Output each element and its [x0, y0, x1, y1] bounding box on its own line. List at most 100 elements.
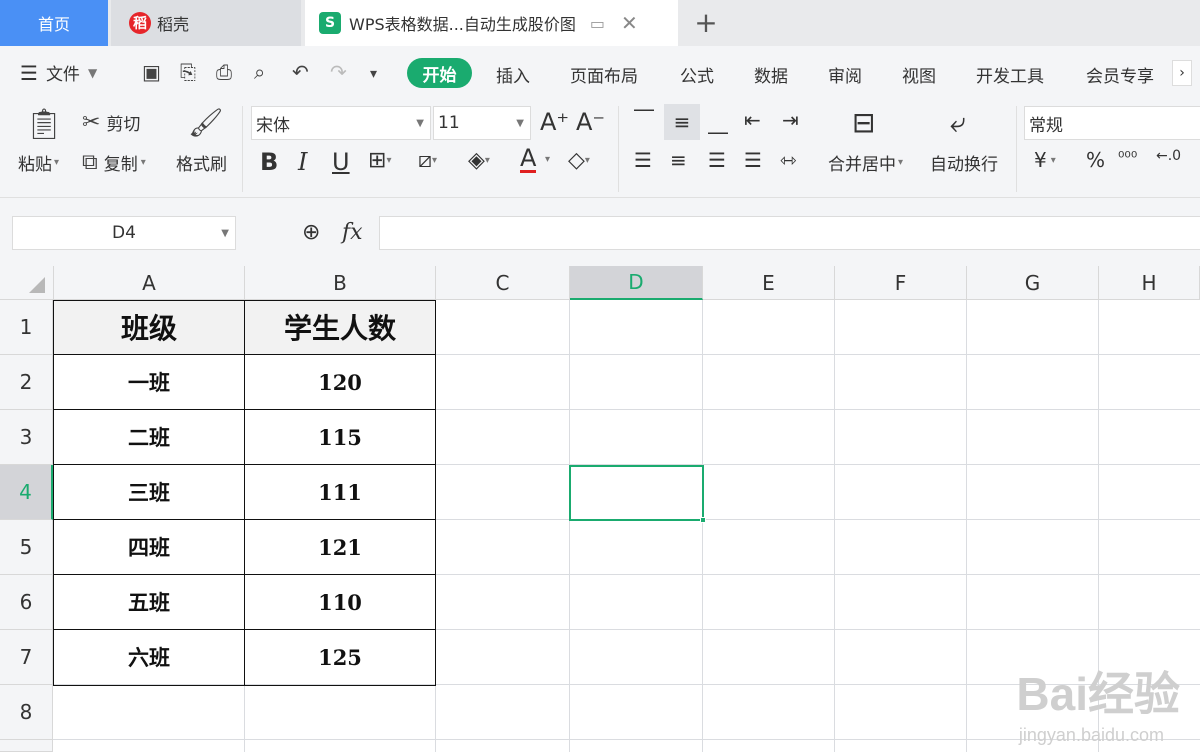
screen-icon[interactable]: ▭ — [590, 14, 605, 33]
cell-a7[interactable]: 六班 — [54, 630, 244, 684]
align-top-icon[interactable]: ⎺ — [634, 106, 654, 130]
save-icon[interactable]: ▣ — [142, 60, 161, 84]
font-color-dropdown-icon[interactable]: ▾ — [545, 154, 550, 165]
menu-tab-developer[interactable]: 开发工具 — [976, 62, 1044, 87]
cell-b1[interactable]: 学生人数 — [245, 300, 435, 354]
cell-a3[interactable]: 二班 — [54, 410, 244, 464]
percent-icon[interactable]: % — [1086, 148, 1105, 172]
column-header-a[interactable]: A — [54, 266, 245, 300]
italic-icon[interactable]: I — [298, 148, 307, 176]
row-header-2[interactable]: 2 — [0, 355, 53, 410]
clear-format-icon[interactable]: ◇ ▾ — [568, 148, 590, 173]
chevron-down-icon[interactable]: ▼ — [221, 228, 229, 239]
selected-cell-d4[interactable] — [569, 465, 704, 521]
print-preview-icon[interactable]: ⌕ — [254, 60, 265, 84]
row-header-3[interactable]: 3 — [0, 410, 53, 465]
borders-icon[interactable]: ⊞ ▾ — [368, 148, 391, 173]
row-header-4[interactable]: 4 — [0, 465, 53, 520]
customize-toolbar-icon[interactable]: ▾ — [370, 66, 377, 82]
font-size-select[interactable]: 11 ▼ — [433, 106, 531, 140]
close-tab-icon[interactable]: ✕ — [621, 11, 638, 35]
cell-b2[interactable]: 120 — [245, 355, 435, 409]
align-right-icon[interactable]: ☰ — [708, 148, 726, 172]
menu-tab-member[interactable]: 会员专享 — [1086, 62, 1154, 87]
cell-a5[interactable]: 四班 — [54, 520, 244, 574]
brush-icon[interactable]: 🖌︎ — [188, 106, 224, 139]
column-header-h[interactable]: H — [1099, 266, 1200, 300]
currency-icon[interactable]: ¥ ▾ — [1034, 148, 1056, 172]
fx-icon[interactable]: fx — [342, 220, 363, 245]
export-icon[interactable]: ⎘ — [180, 60, 196, 84]
tab-current-document[interactable]: S WPS表格数据...自动生成股价图 ▭ ✕ — [305, 0, 678, 46]
menu-tab-page-layout[interactable]: 页面布局 — [570, 62, 638, 87]
cell-a4[interactable]: 三班 — [54, 465, 244, 519]
cell-a6[interactable]: 五班 — [54, 575, 244, 629]
paste-icon[interactable]: 📋︎ — [24, 106, 64, 142]
column-header-g[interactable]: G — [967, 266, 1099, 300]
row-header-9[interactable] — [0, 740, 53, 752]
new-tab-button[interactable]: + — [690, 6, 722, 39]
underline-icon[interactable]: U — [332, 148, 350, 176]
column-header-d[interactable]: D — [570, 266, 703, 300]
cell-b3[interactable]: 115 — [245, 410, 435, 464]
distribute-icon[interactable]: ⇿ — [780, 148, 797, 172]
align-middle-icon[interactable]: ≡ — [664, 104, 700, 140]
tab-home[interactable]: 首页 — [0, 0, 108, 46]
paste-button[interactable]: 粘贴 ▾ — [18, 150, 59, 175]
decrease-font-icon[interactable]: A⁻ — [576, 108, 605, 136]
align-left-icon[interactable]: ☰ — [634, 148, 652, 172]
number-format-select[interactable]: 常规 — [1024, 106, 1200, 140]
cell-b4[interactable]: 111 — [245, 465, 435, 519]
wrap-text-icon[interactable]: ⤶ — [950, 106, 966, 140]
row-header-1[interactable]: 1 — [0, 300, 53, 355]
column-header-e[interactable]: E — [703, 266, 835, 300]
cell-a1[interactable]: 班级 — [54, 300, 244, 354]
cell-b6[interactable]: 110 — [245, 575, 435, 629]
fill-color-icon[interactable]: ◈ ▾ — [468, 148, 490, 173]
column-header-b[interactable]: B — [245, 266, 436, 300]
diagonal-border-icon[interactable]: ⧄ ▾ — [418, 148, 437, 173]
print-icon[interactable]: ⎙ — [216, 60, 232, 84]
wrap-text-button[interactable]: 自动换行 — [930, 150, 998, 175]
menu-more-button[interactable]: › — [1172, 60, 1192, 86]
font-name-select[interactable]: 宋体 ▼ — [251, 106, 431, 140]
row-header-7[interactable]: 7 — [0, 630, 53, 685]
increase-indent-icon[interactable]: ⇥ — [782, 108, 799, 132]
align-center-icon[interactable]: ≡ — [670, 148, 687, 172]
menu-tab-formula[interactable]: 公式 — [680, 62, 714, 87]
undo-icon[interactable]: ↶ — [292, 60, 309, 84]
format-painter-button[interactable]: 格式刷 — [176, 150, 227, 175]
bold-icon[interactable]: B — [260, 148, 278, 176]
redo-icon[interactable]: ↷ — [330, 60, 347, 84]
menu-tab-start[interactable]: 开始 — [407, 58, 472, 88]
merge-center-button[interactable]: 合并居中 ▾ — [828, 150, 903, 175]
column-header-f[interactable]: F — [835, 266, 967, 300]
menu-tab-insert[interactable]: 插入 — [496, 62, 530, 87]
select-all-corner[interactable] — [0, 266, 54, 300]
formula-input[interactable] — [379, 216, 1200, 250]
row-header-5[interactable]: 5 — [0, 520, 53, 575]
spreadsheet-grid[interactable]: A B C D E F G H 1 2 3 4 5 6 7 8 班级 学生人数 … — [0, 266, 1200, 752]
merge-center-icon[interactable]: ⊟ — [852, 106, 875, 139]
column-header-c[interactable]: C — [436, 266, 570, 300]
align-bottom-icon[interactable]: ⎽ — [708, 110, 728, 134]
file-menu[interactable]: ☰ 文件 ▼ — [20, 60, 97, 86]
font-color-icon[interactable]: A — [520, 146, 537, 173]
cell-b7[interactable]: 125 — [245, 630, 435, 684]
justify-icon[interactable]: ☰ — [744, 148, 762, 172]
cell-a2[interactable]: 一班 — [54, 355, 244, 409]
menu-tab-view[interactable]: 视图 — [902, 62, 936, 87]
row-header-6[interactable]: 6 — [0, 575, 53, 630]
menu-tab-data[interactable]: 数据 — [754, 62, 788, 87]
tab-daoke[interactable]: 稻 稻壳 — [111, 0, 301, 46]
row-header-8[interactable]: 8 — [0, 685, 53, 740]
increase-font-icon[interactable]: A⁺ — [540, 108, 569, 136]
thousands-separator-icon[interactable]: ⁰⁰⁰ — [1118, 148, 1137, 167]
copy-button[interactable]: ⧉ 复制 ▾ — [82, 150, 146, 175]
cell-b5[interactable]: 121 — [245, 520, 435, 574]
fill-handle[interactable] — [700, 517, 706, 523]
decrease-indent-icon[interactable]: ⇤ — [744, 108, 761, 132]
zoom-icon[interactable]: ⊕ — [302, 220, 320, 245]
name-box[interactable]: D4 ▼ — [12, 216, 236, 250]
menu-tab-review[interactable]: 审阅 — [828, 62, 862, 87]
